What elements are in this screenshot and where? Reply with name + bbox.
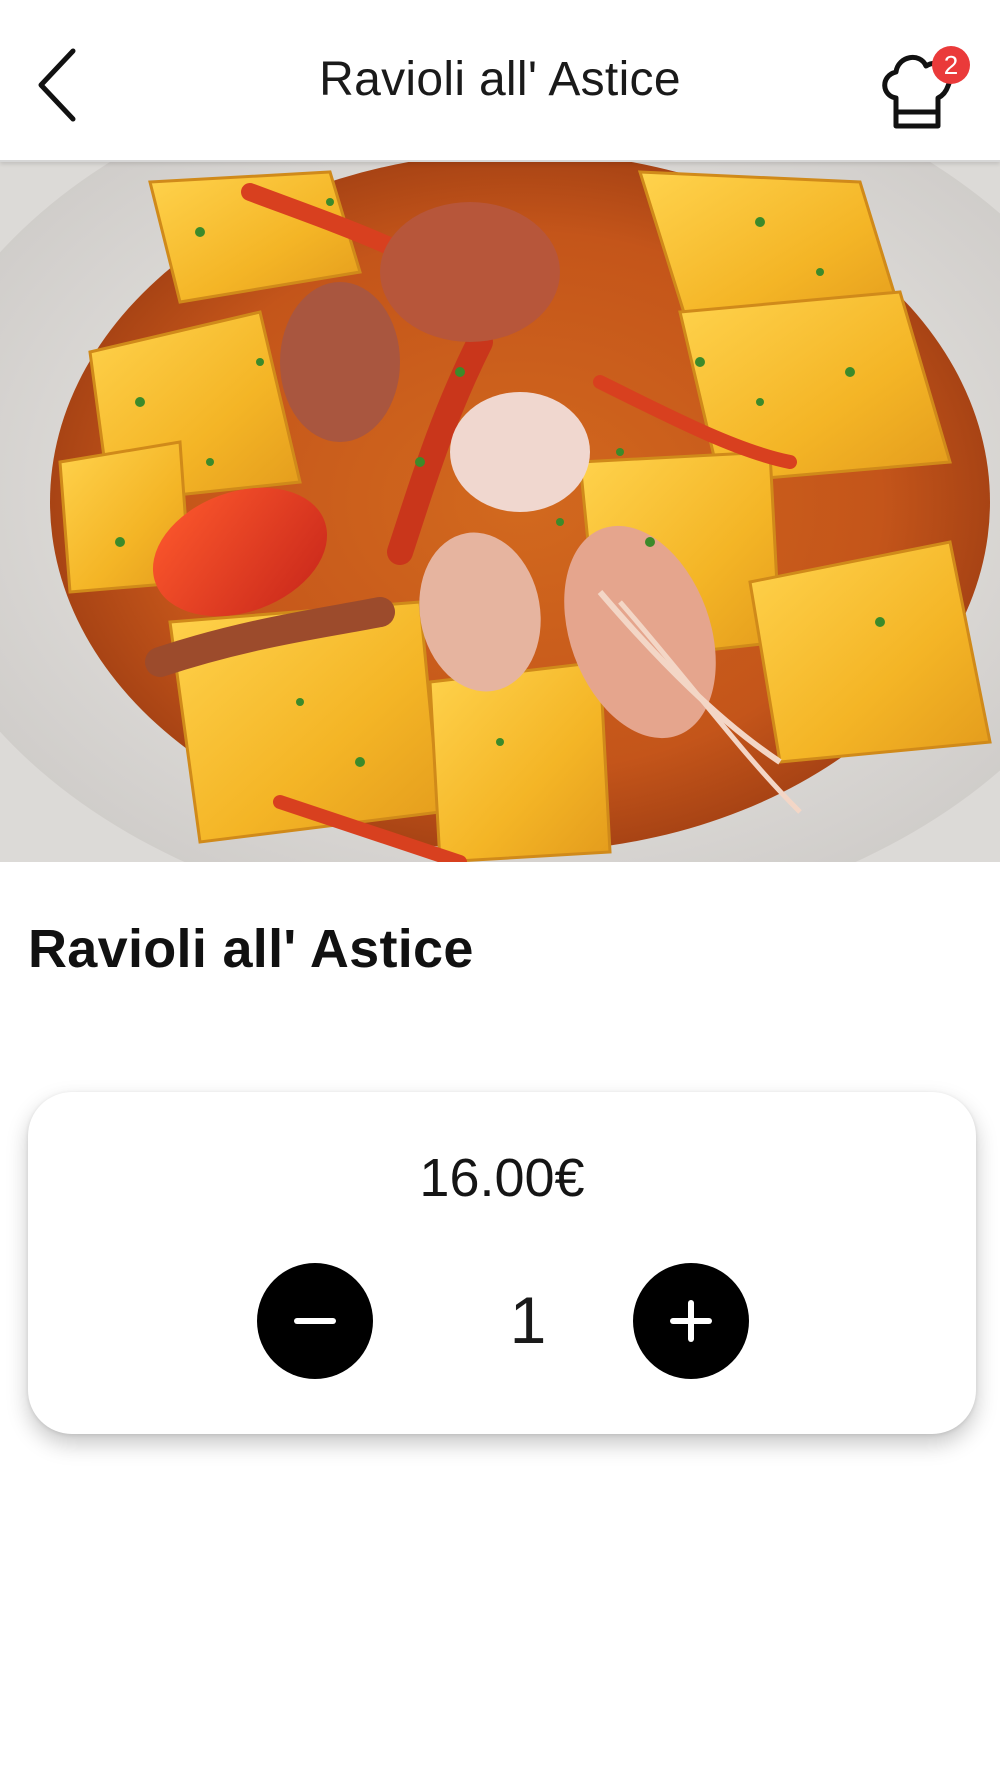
minus-icon [294, 1318, 336, 1324]
page-title: Ravioli all' Astice [319, 53, 681, 106]
cart-button[interactable]: 2 [874, 46, 970, 134]
cart-count-badge: 2 [932, 46, 970, 84]
increase-quantity-button[interactable] [633, 1263, 749, 1379]
plus-icon [670, 1300, 712, 1342]
order-card: 16.00€ 1 [28, 1092, 976, 1434]
dish-title: Ravioli all' Astice [28, 919, 474, 979]
back-button[interactable] [18, 40, 98, 130]
decrease-quantity-button[interactable] [257, 1263, 373, 1379]
app-header: Ravioli all' Astice 2 [0, 0, 1000, 162]
price-label: 16.00€ [419, 1148, 585, 1208]
quantity-value: 1 [509, 1283, 547, 1357]
chevron-left-icon [38, 48, 76, 122]
dish-image [0, 162, 1000, 862]
